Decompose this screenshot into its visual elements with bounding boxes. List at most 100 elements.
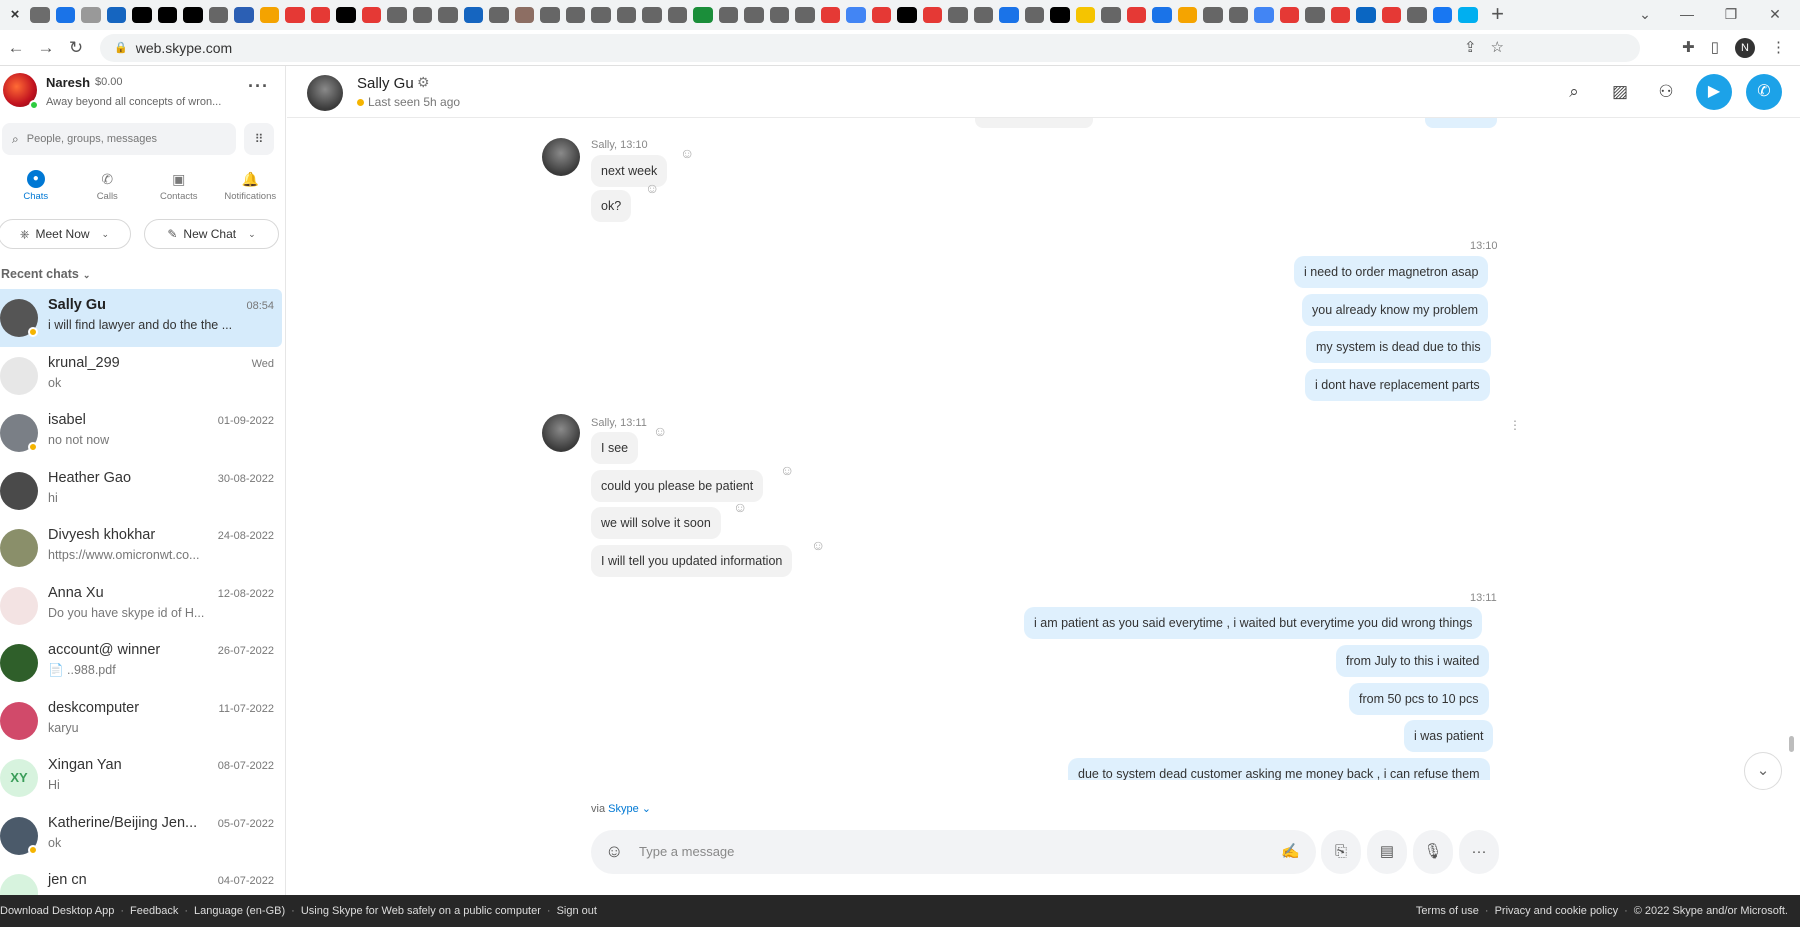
more-composer-options-button[interactable]: ··· <box>1459 830 1499 874</box>
search-in-chat-icon[interactable]: ⌕ <box>1558 76 1590 108</box>
scrollbar-thumb[interactable] <box>1789 736 1794 752</box>
tab-close-icon[interactable]: × <box>4 4 26 26</box>
url-bar[interactable]: 🔒 web.skype.com <box>100 33 1640 62</box>
contact-avatar[interactable] <box>307 75 343 111</box>
tab-favicon-icon[interactable] <box>948 7 968 23</box>
tab-favicon-icon[interactable] <box>285 7 305 23</box>
tab-favicon-icon[interactable] <box>106 7 126 23</box>
message-bubble[interactable]: due to system dead customer asking me mo… <box>1068 758 1490 780</box>
video-call-button[interactable]: ▶ <box>1696 74 1732 110</box>
tab-favicon-icon[interactable] <box>1279 7 1299 23</box>
back-arrow-icon[interactable]: ← <box>2 34 30 62</box>
add-people-icon[interactable]: ⚇ <box>1650 76 1682 108</box>
contact-avatar[interactable] <box>0 586 38 625</box>
react-smiley-icon[interactable]: ☺ <box>811 537 825 553</box>
footer-link[interactable]: Feedback <box>130 905 178 917</box>
react-smiley-icon[interactable]: ☺ <box>645 180 659 196</box>
dialpad-icon[interactable]: ⠿ <box>244 123 274 155</box>
chat-list-item[interactable]: jen cn 04-07-2022 <box>0 864 282 895</box>
bookmark-star-icon[interactable]: ☆ <box>1491 34 1504 62</box>
message-bubble[interactable]: from July to this i waited <box>1336 645 1490 677</box>
message-bubble[interactable]: i was patient <box>1404 720 1494 752</box>
via-skype-link[interactable]: Skype <box>608 803 639 815</box>
tab-favicon-icon[interactable] <box>361 7 381 23</box>
tab-favicon-icon[interactable] <box>1101 7 1121 23</box>
message-bubble[interactable]: from 50 pcs to 10 pcs <box>1349 683 1489 715</box>
tab-favicon-icon[interactable] <box>642 7 662 23</box>
tab-favicon-icon[interactable] <box>489 7 509 23</box>
tab-favicon-icon[interactable] <box>871 7 891 23</box>
tab-favicon-icon[interactable] <box>591 7 611 23</box>
tab-favicon-icon[interactable] <box>1254 7 1274 23</box>
tab-favicon-icon[interactable] <box>310 7 330 23</box>
sender-avatar[interactable] <box>542 414 580 452</box>
tab-favicon-icon[interactable] <box>412 7 432 23</box>
tab-favicon-icon[interactable] <box>1381 7 1401 23</box>
chat-list-item[interactable]: Sally Gu 08:54 i will find lawyer and do t… <box>0 289 282 347</box>
tab-favicon-icon[interactable] <box>1330 7 1350 23</box>
tab-favicon-icon[interactable] <box>1407 7 1427 23</box>
message-bubble[interactable]: I will tell you updated information <box>591 545 793 577</box>
chat-list-item[interactable]: krunal_299 Wed ok <box>0 347 282 405</box>
audio-call-button[interactable]: ✆ <box>1746 74 1782 110</box>
contact-name[interactable]: Sally Gu <box>357 75 414 92</box>
tab-favicon-icon[interactable] <box>667 7 687 23</box>
tab-favicon-icon[interactable] <box>81 7 101 23</box>
forward-arrow-icon[interactable]: → <box>32 34 60 62</box>
format-text-icon[interactable]: ✍ <box>1281 842 1300 860</box>
tab-chats[interactable]: ● Chats <box>0 170 72 208</box>
chat-list-item[interactable]: deskcomputer 11-07-2022 karyu <box>0 692 282 750</box>
profile-avatar[interactable]: N <box>1735 38 1755 58</box>
chat-list-item[interactable]: Katherine/Beijing Jen... 05-07-2022 ok <box>0 807 282 865</box>
skype-credit[interactable]: $0.00 <box>95 76 123 88</box>
chat-list-item[interactable]: isabel 01-09-2022 no not now <box>0 404 282 462</box>
contact-avatar[interactable] <box>0 356 38 395</box>
tab-favicon-icon[interactable] <box>1126 7 1146 23</box>
contact-avatar[interactable]: XY <box>0 759 38 797</box>
recent-chats-filter[interactable]: Recent chats ⌄ <box>1 267 90 281</box>
tab-favicon-icon[interactable] <box>183 7 203 23</box>
share-icon[interactable]: ⇪ <box>1464 34 1477 62</box>
tab-calls[interactable]: ✆ Calls <box>72 170 144 208</box>
tab-favicon-icon[interactable] <box>336 7 356 23</box>
my-profile[interactable]: Naresh $0.00 Away beyond all concepts of… <box>0 66 285 118</box>
chat-list-item[interactable]: account@ winner 26-07-2022 📄 ..988.pdf <box>0 634 282 692</box>
message-options-icon[interactable]: ⋮ <box>1509 418 1521 432</box>
gear-icon[interactable]: ⚙ <box>417 74 430 91</box>
message-bubble[interactable]: ok? <box>591 190 632 222</box>
tab-favicon-icon[interactable] <box>1458 7 1478 23</box>
contact-card-button[interactable]: ▤ <box>1367 830 1407 874</box>
tab-favicon-icon[interactable] <box>30 7 50 23</box>
side-panel-icon[interactable]: ▯ <box>1711 34 1719 62</box>
sender-avatar[interactable] <box>542 138 580 176</box>
new-chat-button[interactable]: ✎ New Chat ⌄ <box>144 219 279 249</box>
tab-favicon-icon[interactable] <box>769 7 789 23</box>
tab-favicon-icon[interactable] <box>846 7 866 23</box>
extensions-puzzle-icon[interactable]: ✚ <box>1682 34 1695 62</box>
react-smiley-icon[interactable]: ☺ <box>653 423 667 439</box>
tab-favicon-icon[interactable] <box>132 7 152 23</box>
tab-favicon-icon[interactable] <box>438 7 458 23</box>
gallery-icon[interactable]: ▨ <box>1604 76 1636 108</box>
tab-favicon-icon[interactable] <box>999 7 1019 23</box>
tab-favicon-icon[interactable] <box>55 7 75 23</box>
tab-contacts[interactable]: ▣ Contacts <box>143 170 215 208</box>
tab-favicon-icon[interactable] <box>463 7 483 23</box>
meet-now-button[interactable]: ⎈ Meet Now ⌄ <box>0 219 131 249</box>
footer-link[interactable]: Privacy and cookie policy <box>1495 905 1619 917</box>
contact-avatar[interactable] <box>0 529 38 567</box>
tab-favicon-icon[interactable] <box>1432 7 1452 23</box>
tab-favicon-icon[interactable] <box>387 7 407 23</box>
chat-list-item[interactable]: Heather Gao 30-08-2022 hi <box>0 462 282 520</box>
footer-link[interactable]: Using Skype for Web safely on a public c… <box>301 905 541 917</box>
message-bubble[interactable]: you already know my problem <box>1302 294 1489 326</box>
tab-notifications[interactable]: 🔔 Notifications <box>215 170 286 208</box>
contact-avatar[interactable] <box>0 471 38 510</box>
microphone-button[interactable]: 🎙 <box>1413 830 1453 874</box>
tab-favicon-icon[interactable] <box>514 7 534 23</box>
send-file-button[interactable]: ⎘ <box>1321 830 1361 874</box>
message-bubble[interactable]: i dont have replacement parts <box>1305 369 1490 401</box>
tab-favicon-icon[interactable] <box>897 7 917 23</box>
tab-favicon-icon[interactable] <box>157 7 177 23</box>
tab-favicon-icon[interactable] <box>1075 7 1095 23</box>
